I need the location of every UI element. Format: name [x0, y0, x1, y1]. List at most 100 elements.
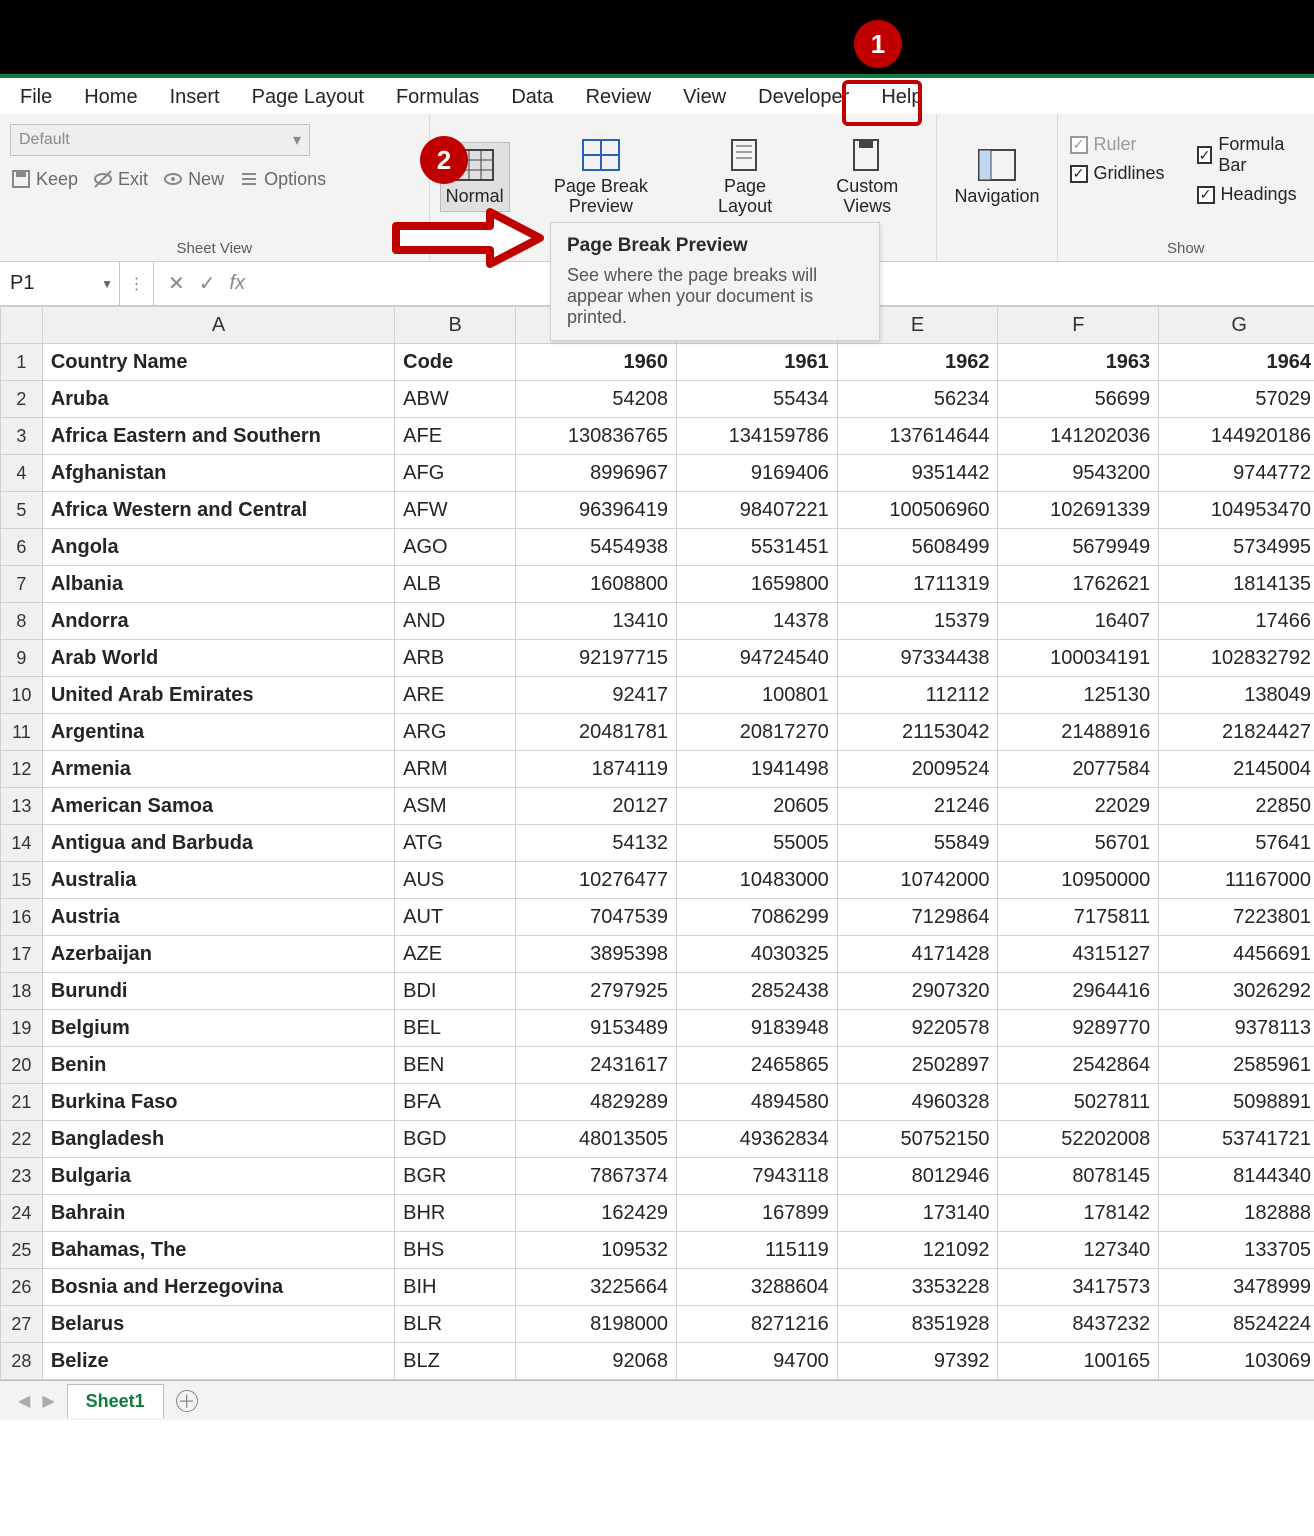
cell[interactable]: 1960: [516, 344, 677, 381]
cell[interactable]: 173140: [837, 1195, 998, 1232]
row-header[interactable]: 17: [1, 936, 43, 973]
headings-checkbox[interactable]: Headings: [1195, 180, 1304, 209]
cell[interactable]: 2585961: [1159, 1047, 1314, 1084]
cell[interactable]: Armenia: [42, 751, 394, 788]
cell[interactable]: 2077584: [998, 751, 1159, 788]
row-header[interactable]: 16: [1, 899, 43, 936]
cell[interactable]: Aruba: [42, 381, 394, 418]
cell[interactable]: 7175811: [998, 899, 1159, 936]
cell[interactable]: 162429: [516, 1195, 677, 1232]
cell[interactable]: 94700: [676, 1343, 837, 1380]
cell[interactable]: 9351442: [837, 455, 998, 492]
cell[interactable]: 92068: [516, 1343, 677, 1380]
cell[interactable]: 3478999: [1159, 1269, 1314, 1306]
cell[interactable]: 7223801: [1159, 899, 1314, 936]
cell[interactable]: 94724540: [676, 640, 837, 677]
cell[interactable]: BHS: [395, 1232, 516, 1269]
cell[interactable]: 141202036: [998, 418, 1159, 455]
ruler-checkbox[interactable]: Ruler: [1068, 130, 1167, 159]
cell[interactable]: BIH: [395, 1269, 516, 1306]
sheet-tab[interactable]: Sheet1: [67, 1384, 164, 1418]
col-header-B[interactable]: B: [395, 307, 516, 344]
cell[interactable]: 20817270: [676, 714, 837, 751]
cell[interactable]: 17466: [1159, 603, 1314, 640]
options-button[interactable]: Options: [238, 168, 326, 190]
cell[interactable]: 21824427: [1159, 714, 1314, 751]
cell[interactable]: Africa Western and Central: [42, 492, 394, 529]
cell[interactable]: 9543200: [998, 455, 1159, 492]
name-box[interactable]: P1 ▼: [0, 262, 120, 305]
cell[interactable]: Belize: [42, 1343, 394, 1380]
add-sheet-button[interactable]: ＋: [176, 1390, 198, 1412]
cell[interactable]: 2145004: [1159, 751, 1314, 788]
cell[interactable]: BFA: [395, 1084, 516, 1121]
cell[interactable]: 57029: [1159, 381, 1314, 418]
cell[interactable]: 1608800: [516, 566, 677, 603]
page-break-preview-button[interactable]: Page Break Preview: [520, 132, 682, 222]
cell[interactable]: 9378113: [1159, 1010, 1314, 1047]
cell[interactable]: 8012946: [837, 1158, 998, 1195]
col-header-A[interactable]: A: [42, 307, 394, 344]
cell[interactable]: 9169406: [676, 455, 837, 492]
new-button[interactable]: New: [162, 168, 224, 190]
cell[interactable]: 1963: [998, 344, 1159, 381]
insert-function-button[interactable]: fx: [230, 272, 246, 295]
cell[interactable]: 10276477: [516, 862, 677, 899]
cell[interactable]: 54208: [516, 381, 677, 418]
cell[interactable]: 1874119: [516, 751, 677, 788]
cell[interactable]: 1962: [837, 344, 998, 381]
cell[interactable]: 1964: [1159, 344, 1314, 381]
cell[interactable]: 5531451: [676, 529, 837, 566]
cell[interactable]: 22850: [1159, 788, 1314, 825]
cell[interactable]: AUS: [395, 862, 516, 899]
cell[interactable]: ABW: [395, 381, 516, 418]
cell[interactable]: 127340: [998, 1232, 1159, 1269]
cell[interactable]: AFG: [395, 455, 516, 492]
tab-home[interactable]: Home: [68, 78, 153, 115]
cell[interactable]: 57641: [1159, 825, 1314, 862]
cell[interactable]: 21488916: [998, 714, 1159, 751]
cell[interactable]: Burundi: [42, 973, 394, 1010]
row-header[interactable]: 20: [1, 1047, 43, 1084]
cell[interactable]: 7047539: [516, 899, 677, 936]
cell[interactable]: 20127: [516, 788, 677, 825]
cell[interactable]: ARG: [395, 714, 516, 751]
cell[interactable]: Argentina: [42, 714, 394, 751]
cell[interactable]: ATG: [395, 825, 516, 862]
cell[interactable]: 5734995: [1159, 529, 1314, 566]
row-header[interactable]: 18: [1, 973, 43, 1010]
cell[interactable]: 109532: [516, 1232, 677, 1269]
cell[interactable]: BGD: [395, 1121, 516, 1158]
cell[interactable]: Antigua and Barbuda: [42, 825, 394, 862]
cell[interactable]: 48013505: [516, 1121, 677, 1158]
select-all-corner[interactable]: [1, 307, 43, 344]
cell[interactable]: 10950000: [998, 862, 1159, 899]
col-header-F[interactable]: F: [998, 307, 1159, 344]
cell[interactable]: Afghanistan: [42, 455, 394, 492]
cell[interactable]: 100506960: [837, 492, 998, 529]
tab-view[interactable]: View: [667, 78, 742, 119]
cell[interactable]: 8437232: [998, 1306, 1159, 1343]
cell[interactable]: Belarus: [42, 1306, 394, 1343]
cell[interactable]: Bahamas, The: [42, 1232, 394, 1269]
cell[interactable]: BGR: [395, 1158, 516, 1195]
cell[interactable]: 1961: [676, 344, 837, 381]
row-header[interactable]: 21: [1, 1084, 43, 1121]
cell[interactable]: United Arab Emirates: [42, 677, 394, 714]
row-header[interactable]: 8: [1, 603, 43, 640]
cell[interactable]: 8524224: [1159, 1306, 1314, 1343]
cell[interactable]: 5454938: [516, 529, 677, 566]
cell[interactable]: 56234: [837, 381, 998, 418]
cell[interactable]: 56699: [998, 381, 1159, 418]
cell[interactable]: 2797925: [516, 973, 677, 1010]
cell[interactable]: Arab World: [42, 640, 394, 677]
cell[interactable]: 21246: [837, 788, 998, 825]
cell[interactable]: 4315127: [998, 936, 1159, 973]
cell[interactable]: American Samoa: [42, 788, 394, 825]
cell[interactable]: 7129864: [837, 899, 998, 936]
tab-formulas[interactable]: Formulas: [380, 78, 495, 115]
cell[interactable]: BHR: [395, 1195, 516, 1232]
cell[interactable]: 3225664: [516, 1269, 677, 1306]
sheet-scroll-left[interactable]: ◀: [18, 1391, 30, 1411]
cell[interactable]: BDI: [395, 973, 516, 1010]
